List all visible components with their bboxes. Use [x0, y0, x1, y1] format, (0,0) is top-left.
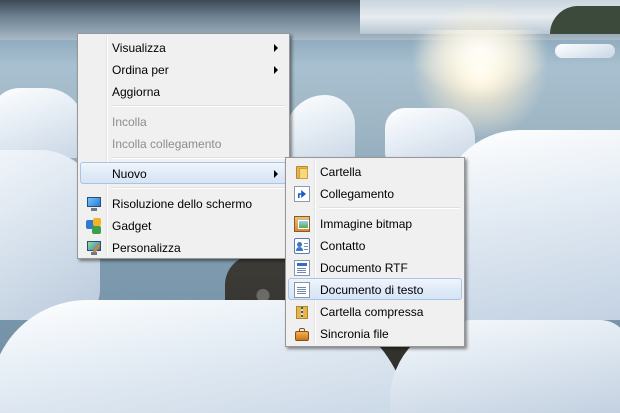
menu-item-label: Cartella compressa [320, 305, 424, 319]
menu-item-label: Nuovo [112, 167, 147, 181]
personalize-icon [86, 240, 102, 256]
menu-item-label: Immagine bitmap [320, 217, 413, 231]
rtf-document-icon [294, 260, 310, 276]
menu-item-label: Contatto [320, 239, 366, 253]
desktop-context-menu: Visualizza Ordina per Aggiorna Incolla I… [77, 33, 290, 259]
wallpaper-ice-floe [440, 130, 620, 320]
new-submenu: Cartella Collegamento Immagine bitmap Co… [285, 157, 465, 347]
shortcut-icon [294, 186, 310, 202]
monitor-icon [86, 196, 102, 212]
menu-item-paste: Incolla [80, 110, 287, 132]
menu-item-refresh[interactable]: Aggiorna [80, 80, 287, 102]
contact-icon [294, 238, 310, 254]
menu-item-label: Personalizza [112, 241, 181, 255]
submenu-item-contact[interactable]: Contatto [288, 234, 462, 256]
menu-item-view[interactable]: Visualizza [80, 36, 287, 58]
submenu-item-folder[interactable]: Cartella [288, 160, 462, 182]
menu-item-label: Cartella [320, 165, 362, 179]
menu-separator [111, 187, 285, 189]
menu-item-label: Aggiorna [112, 85, 161, 99]
text-document-icon [294, 282, 310, 298]
submenu-arrow-icon [274, 170, 278, 178]
menu-item-label: Ordina per [112, 63, 169, 77]
menu-item-label: Visualizza [112, 41, 166, 55]
submenu-arrow-icon [274, 44, 278, 52]
gadget-icon [86, 218, 102, 234]
submenu-item-briefcase[interactable]: Sincronia file [288, 322, 462, 344]
wallpaper-sun-reflection [410, 30, 550, 100]
menu-item-label: Documento di testo [320, 283, 424, 297]
menu-separator [319, 207, 460, 209]
menu-separator [111, 157, 285, 159]
wallpaper-ice-floe [285, 95, 355, 165]
menu-item-screen-resolution[interactable]: Risoluzione dello schermo [80, 192, 287, 214]
menu-item-label: Documento RTF [320, 261, 408, 275]
menu-item-new[interactable]: Nuovo [80, 162, 287, 184]
submenu-arrow-icon [274, 66, 278, 74]
menu-item-paste-shortcut: Incolla collegamento [80, 132, 287, 154]
zip-folder-icon [294, 304, 310, 320]
wallpaper-ice-floe [0, 88, 85, 158]
menu-item-label: Gadget [112, 219, 152, 233]
menu-item-personalize[interactable]: Personalizza [80, 236, 287, 258]
submenu-item-compressed-folder[interactable]: Cartella compressa [288, 300, 462, 322]
menu-item-label: Sincronia file [320, 327, 389, 341]
wallpaper-ice-floe [555, 44, 615, 58]
menu-item-gadgets[interactable]: Gadget [80, 214, 287, 236]
briefcase-icon [294, 326, 310, 342]
submenu-item-rtf-document[interactable]: Documento RTF [288, 256, 462, 278]
submenu-item-bitmap-image[interactable]: Immagine bitmap [288, 212, 462, 234]
menu-item-label: Collegamento [320, 187, 395, 201]
submenu-item-shortcut[interactable]: Collegamento [288, 182, 462, 204]
menu-item-label: Incolla [112, 115, 147, 129]
menu-item-label: Risoluzione dello schermo [112, 197, 253, 211]
folder-icon [294, 164, 310, 180]
menu-separator [111, 105, 285, 107]
submenu-item-text-document[interactable]: Documento di testo [288, 278, 462, 300]
menu-item-label: Incolla collegamento [112, 137, 222, 151]
menu-item-sort-by[interactable]: Ordina per [80, 58, 287, 80]
bitmap-icon [294, 216, 310, 232]
